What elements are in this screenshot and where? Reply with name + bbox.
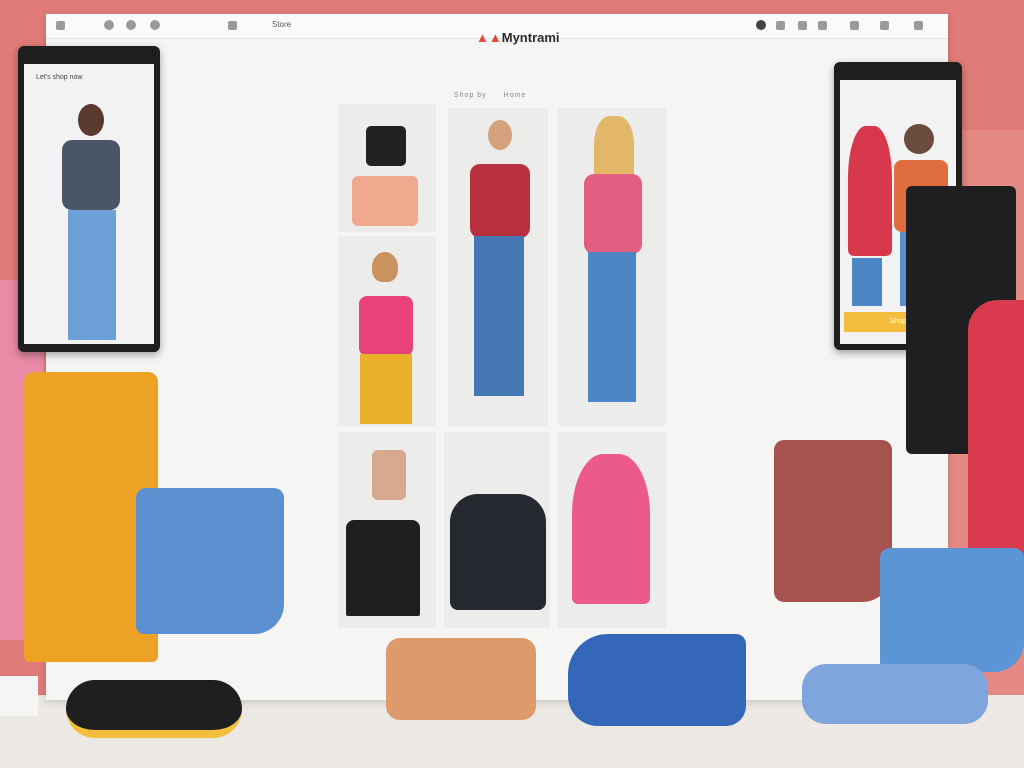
pink-dress-image (572, 454, 650, 604)
blue-bootie-right (880, 548, 1024, 672)
extension-icon[interactable] (798, 21, 807, 30)
download-icon[interactable] (818, 21, 827, 30)
black-yellow-clutch (66, 680, 242, 738)
phone-left: Let's shop now (18, 46, 160, 352)
settings-icon[interactable] (850, 21, 859, 30)
share-icon[interactable] (880, 21, 889, 30)
red-boot (774, 440, 892, 602)
back-icon[interactable] (56, 21, 65, 30)
black-heels-image (346, 520, 420, 616)
home-icon[interactable] (150, 20, 160, 30)
model-red-top-image (458, 114, 544, 420)
blue-boot-left (136, 488, 284, 634)
toolbar-title: Store (272, 20, 292, 29)
profile-icon[interactable] (756, 20, 766, 30)
phone-left-header: Let's shop now (36, 74, 83, 81)
nav-link-shop[interactable]: Shop by (454, 92, 487, 99)
blue-loafer (568, 634, 746, 726)
black-bag-image (366, 126, 406, 166)
tab-icon[interactable] (228, 21, 237, 30)
peach-bag-image (352, 176, 418, 226)
phone-left-screen: Let's shop now (24, 64, 154, 344)
backpack-image (450, 494, 546, 610)
white-stack (0, 676, 38, 716)
nude-sandals-image (372, 450, 406, 500)
forward-icon[interactable] (104, 20, 114, 30)
model-pink-top-image (570, 114, 656, 420)
logo-mark-icon: ▲▲ (476, 30, 502, 45)
peach-crossbody-bag (386, 638, 536, 720)
site-logo[interactable]: ▲▲Myntrami (476, 30, 560, 45)
blue-slide (802, 664, 988, 724)
nav-link-home[interactable]: Home (504, 92, 527, 99)
site-nav: Shop by Home (454, 92, 540, 99)
girl-model-image (346, 246, 426, 424)
refresh-icon[interactable] (126, 20, 136, 30)
menu-icon[interactable] (914, 21, 923, 30)
bookmark-icon[interactable] (776, 21, 785, 30)
phone-left-model-image (48, 104, 134, 344)
logo-text: Myntrami (501, 30, 560, 45)
